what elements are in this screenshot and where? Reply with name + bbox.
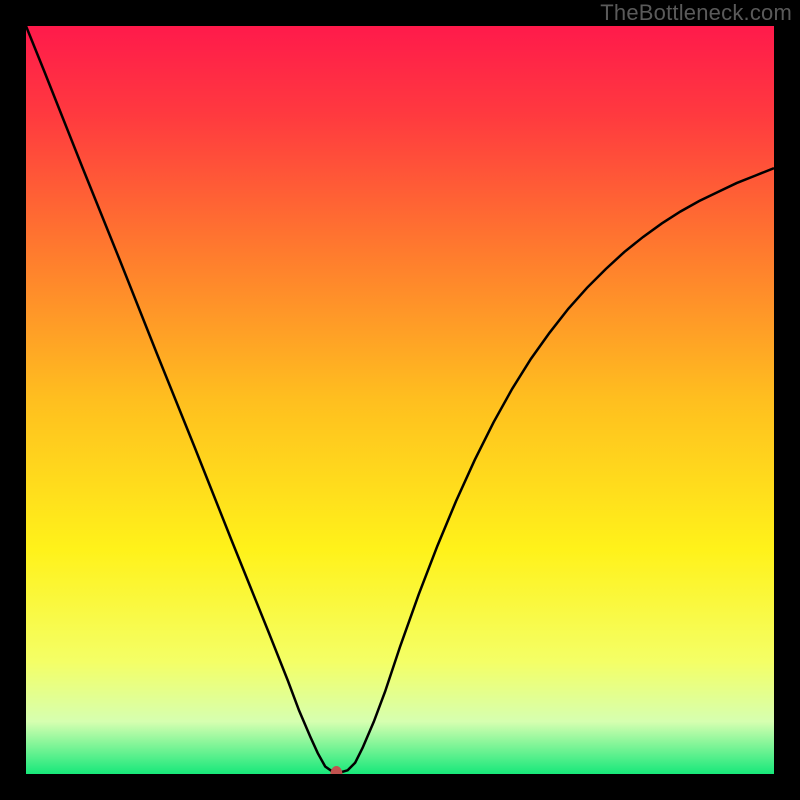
plot-frame: [26, 26, 774, 774]
chart-container: TheBottleneck.com: [0, 0, 800, 800]
gradient-background: [26, 26, 774, 774]
bottleneck-chart: [26, 26, 774, 774]
watermark-text: TheBottleneck.com: [600, 0, 792, 26]
